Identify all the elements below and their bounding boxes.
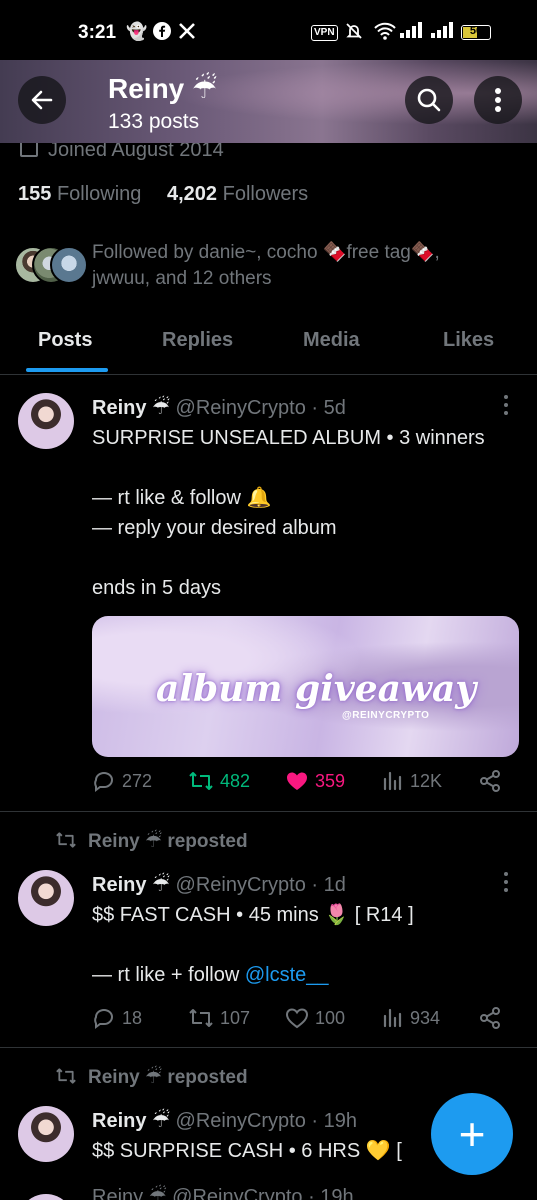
clock-time: 3:21 — [78, 22, 117, 43]
repost-icon — [189, 772, 213, 790]
active-tab-indicator — [26, 368, 108, 372]
like-button[interactable]: 359 — [285, 769, 345, 793]
repost-button[interactable]: 107 — [188, 1006, 250, 1030]
heart-filled-icon — [287, 772, 307, 790]
followers-link[interactable]: 4,202 Followers — [167, 183, 308, 205]
avatar[interactable] — [18, 1106, 74, 1162]
like-count: 100 — [315, 1007, 346, 1028]
search-icon — [417, 88, 441, 112]
followers-label: Followers — [222, 183, 309, 205]
reply-count: 18 — [122, 1007, 143, 1028]
share-button[interactable] — [478, 769, 502, 793]
avatar[interactable] — [18, 393, 74, 449]
reposted-indicator: Reiny ☔ reposted — [54, 830, 248, 853]
tab-likes[interactable]: Likes — [443, 329, 494, 352]
followers-count: 4,202 — [166, 183, 218, 205]
wifi-icon — [374, 22, 396, 45]
followed-by-text: Followed by danie~, cocho 🍫free tag🍫, jw… — [92, 242, 440, 289]
post-header: Reiny ☔ @ReinyCrypto · 5d — [92, 395, 346, 420]
following-link[interactable]: 155 Following — [18, 183, 141, 205]
post[interactable]: Reiny ☔ @ReinyCrypto · 5d SURPRISE UNSEA… — [0, 375, 537, 812]
follower-avatar — [50, 246, 88, 284]
author-handle-time: @ReinyCrypto · 1d — [175, 874, 346, 896]
compose-post-button[interactable]: + — [431, 1093, 513, 1175]
media-title: album giveaway — [156, 668, 477, 710]
signal-icon — [400, 22, 422, 43]
views-icon — [383, 1008, 402, 1028]
repost-icon — [189, 1009, 213, 1027]
repost-icon — [56, 832, 76, 848]
reply-icon — [94, 1009, 113, 1029]
more-vertical-icon — [495, 88, 501, 112]
avatar[interactable] — [18, 1194, 74, 1200]
heart-icon — [285, 1008, 309, 1029]
reposted-label: Reiny ☔ reposted — [88, 831, 248, 852]
views-count: 12K — [410, 770, 443, 791]
post-text: SURPRISE UNSEALED ALBUM • 3 winners — rt… — [92, 427, 485, 599]
repost-icon — [56, 1068, 76, 1084]
views-button[interactable]: 12K — [382, 769, 442, 793]
post-header: Reiny ☔ @ReinyCrypto · 1d — [92, 872, 346, 897]
post-more-icon[interactable] — [500, 872, 512, 896]
more-options-button[interactable] — [474, 76, 522, 124]
profile-name-title: Reiny ☔ — [108, 73, 218, 104]
post[interactable]: Reiny ☔ reposted Reiny ☔ @ReinyCrypto · … — [0, 812, 537, 1048]
reply-count: 272 — [122, 770, 153, 791]
views-button[interactable]: 934 — [382, 1006, 440, 1030]
back-button[interactable] — [18, 76, 66, 124]
signal-icon-2 — [431, 22, 453, 43]
facebook-icon — [153, 22, 171, 45]
repost-count: 107 — [220, 1007, 251, 1028]
reposted-indicator: Reiny ☔ reposted — [54, 1066, 248, 1089]
share-button[interactable] — [478, 1006, 502, 1030]
views-count: 934 — [410, 1007, 441, 1028]
author-handle-time: @ReinyCrypto · 5d — [175, 397, 346, 419]
arrow-left-icon — [31, 90, 53, 110]
followed-by-section[interactable]: Followed by danie~, cocho 🍫free tag🍫, jw… — [14, 240, 484, 292]
snapchat-icon: 👻 — [126, 22, 148, 41]
like-button[interactable]: 100 — [285, 1006, 345, 1030]
repost-button[interactable]: 482 — [188, 769, 250, 793]
media-watermark: @REINYCRYPTO — [342, 710, 430, 721]
follow-stats: 155 Following 4,202 Followers — [18, 183, 308, 206]
author-handle-time: @ReinyCrypto · 19h — [175, 1110, 357, 1132]
mute-icon — [345, 22, 363, 45]
like-count: 359 — [315, 770, 346, 791]
views-icon — [383, 771, 402, 791]
author-name[interactable]: Reiny ☔ — [92, 1110, 170, 1132]
reply-button[interactable]: 272 — [92, 769, 152, 793]
tab-posts[interactable]: Posts — [38, 329, 92, 352]
posts-count: 133 posts — [108, 110, 200, 133]
author-name[interactable]: Reiny ☔ — [92, 397, 170, 419]
search-button[interactable] — [405, 76, 453, 124]
reposted-label: Reiny ☔ reposted — [88, 1067, 248, 1088]
repost-count: 482 — [220, 770, 251, 791]
battery-level: 50 — [469, 25, 483, 37]
tab-replies[interactable]: Replies — [162, 329, 233, 352]
post-actions: 272 482 359 12K — [92, 769, 512, 797]
vpn-badge: VPN — [311, 25, 338, 41]
following-label: Following — [56, 183, 142, 205]
avatar[interactable] — [18, 870, 74, 926]
battery-icon: 50 — [461, 25, 491, 40]
profile-tabs: Posts Replies Media Likes — [0, 310, 537, 375]
plus-icon: + — [458, 1108, 486, 1160]
x-icon — [178, 22, 196, 45]
tab-media[interactable]: Media — [303, 329, 360, 352]
following-count: 155 — [18, 183, 52, 205]
post-more-icon[interactable] — [500, 395, 512, 419]
post-actions: 18 107 100 934 — [92, 1006, 512, 1034]
post-text: $$ FAST CASH • 45 mins 🌷 [ R14 ] — rt li… — [92, 900, 522, 990]
status-bar: 3:21 👻 VPN 50 — [0, 0, 537, 60]
post-header: Reiny ☔ @ReinyCrypto · 19h — [92, 1108, 357, 1133]
reply-button[interactable]: 18 — [92, 1006, 142, 1030]
profile-header-banner: Reiny ☔ 133 posts — [0, 60, 537, 143]
author-name[interactable]: Reiny ☔ — [92, 874, 170, 896]
mention-link[interactable]: @lcste__ — [245, 964, 329, 986]
share-icon — [480, 770, 500, 792]
post-media-image[interactable]: album giveaway @REINYCRYPTO — [92, 616, 519, 757]
reply-icon — [94, 772, 113, 792]
next-post-preview: Reiny ☔ @ReinyCrypto · 19h — [92, 1186, 354, 1200]
share-icon — [480, 1007, 500, 1029]
